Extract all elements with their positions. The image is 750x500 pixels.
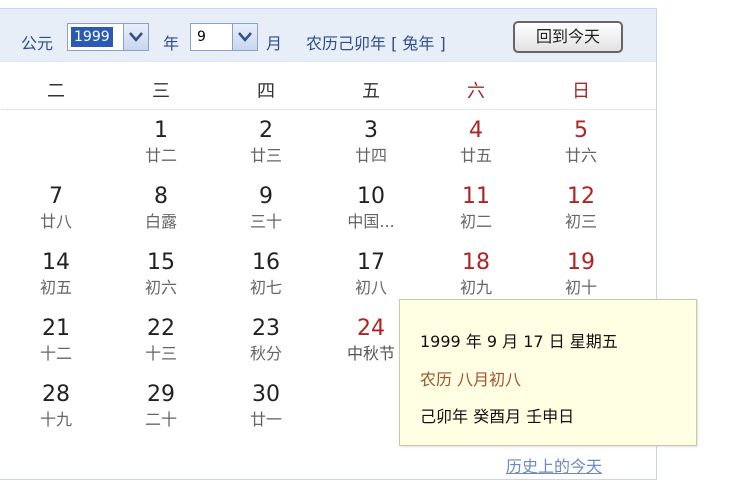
day-cell[interactable]: 28 十九 bbox=[11, 381, 101, 431]
day-number: 1 bbox=[154, 118, 168, 143]
weekday-header: 四 bbox=[257, 81, 275, 102]
calendar-header: 公元 1999 年 9 月 农历己卯年 [ 兔年 ] 回到今天 bbox=[0, 9, 656, 62]
month-suffix: 月 bbox=[266, 34, 283, 53]
tooltip-gregorian-date: 1999 年 9 月 17 日 星期五 bbox=[420, 332, 618, 351]
day-number: 29 bbox=[147, 382, 175, 407]
day-cell[interactable]: 16 初七 bbox=[221, 249, 311, 299]
chevron-down-icon bbox=[238, 32, 252, 42]
day-cell[interactable]: 5 廿六 bbox=[536, 117, 626, 167]
lunar-date: 二十 bbox=[144, 410, 177, 429]
day-number: 4 bbox=[469, 118, 483, 143]
lunar-date: 廿八 bbox=[39, 212, 72, 231]
tooltip-lunar-date: 农历 八月初八 bbox=[420, 370, 522, 389]
tooltip-ganzhi-date: 己卯年 癸酉月 壬申日 bbox=[420, 407, 575, 426]
day-cell[interactable]: 1 廿二 bbox=[116, 117, 206, 167]
day-cell[interactable]: 17 初八 bbox=[326, 249, 416, 299]
day-number: 7 bbox=[49, 184, 63, 209]
day-number: 21 bbox=[42, 316, 70, 341]
day-cell[interactable]: 22 十三 bbox=[116, 315, 206, 365]
lunar-date: 初二 bbox=[459, 212, 492, 231]
lunar-date: 初十 bbox=[564, 278, 597, 297]
day-number: 17 bbox=[357, 250, 385, 275]
day-number: 23 bbox=[252, 316, 280, 341]
weekday-header: 五 bbox=[362, 81, 380, 102]
day-cell[interactable]: 15 初六 bbox=[116, 249, 206, 299]
header-divider bbox=[1, 109, 656, 110]
lunar-date: 十二 bbox=[39, 344, 72, 363]
month-select[interactable]: 9 bbox=[190, 23, 258, 51]
lunar-date: 初三 bbox=[564, 212, 597, 231]
day-cell[interactable]: 11 初二 bbox=[431, 183, 521, 233]
weekday-header: 二 bbox=[47, 81, 65, 102]
lunar-date: 白露 bbox=[144, 212, 177, 231]
lunar-date: 廿三 bbox=[249, 146, 282, 165]
today-button[interactable]: 回到今天 bbox=[513, 21, 623, 53]
lunar-date: 秋分 bbox=[249, 344, 282, 363]
day-cell[interactable]: 29 二十 bbox=[116, 381, 206, 431]
day-cell[interactable]: 2 廿三 bbox=[221, 117, 311, 167]
date-tooltip: 1999 年 9 月 17 日 星期五 农历 八月初八 己卯年 癸酉月 壬申日 bbox=[399, 299, 697, 446]
day-cell[interactable]: 30 廿一 bbox=[221, 381, 311, 431]
day-cell[interactable]: 7 廿八 bbox=[11, 183, 101, 233]
year-suffix: 年 bbox=[163, 34, 180, 53]
day-number: 5 bbox=[574, 118, 588, 143]
lunar-date: 初九 bbox=[459, 278, 492, 297]
year-value: 1999 bbox=[71, 27, 113, 47]
gongyuan-label: 公元 bbox=[21, 34, 54, 53]
day-number: 16 bbox=[252, 250, 280, 275]
day-cell[interactable]: 23 秋分 bbox=[221, 315, 311, 365]
day-number: 14 bbox=[42, 250, 70, 275]
lunar-date: 初七 bbox=[249, 278, 282, 297]
day-number: 8 bbox=[154, 184, 168, 209]
day-cell[interactable]: 14 初五 bbox=[11, 249, 101, 299]
day-cell[interactable]: 3 廿四 bbox=[326, 117, 416, 167]
day-number: 19 bbox=[567, 250, 595, 275]
weekday-header: 六 bbox=[467, 81, 485, 102]
day-cell[interactable]: 4 廿五 bbox=[431, 117, 521, 167]
day-number: 2 bbox=[259, 118, 273, 143]
history-today-link[interactable]: 历史上的今天 bbox=[506, 453, 602, 477]
lunar-date: 廿五 bbox=[459, 146, 492, 165]
day-cell[interactable]: 21 十二 bbox=[11, 315, 101, 365]
day-cell[interactable]: 19 初十 bbox=[536, 249, 626, 299]
lunar-date: 中国... bbox=[347, 212, 395, 231]
day-number: 28 bbox=[42, 382, 70, 407]
lunar-date: 初五 bbox=[39, 278, 72, 297]
lunar-date: 廿六 bbox=[564, 146, 597, 165]
lunar-date: 廿二 bbox=[144, 146, 177, 165]
day-number: 30 bbox=[252, 382, 280, 407]
month-dropdown-arrow[interactable] bbox=[232, 24, 257, 50]
year-select[interactable]: 1999 bbox=[67, 23, 149, 51]
year-dropdown-arrow[interactable] bbox=[123, 24, 148, 50]
day-number: 11 bbox=[462, 184, 490, 209]
weekday-header: 三 bbox=[152, 81, 170, 102]
day-cell[interactable]: 9 三十 bbox=[221, 183, 311, 233]
day-cell[interactable]: 8 白露 bbox=[116, 183, 206, 233]
day-number: 12 bbox=[567, 184, 595, 209]
day-number: 9 bbox=[259, 184, 273, 209]
day-number: 15 bbox=[147, 250, 175, 275]
lunar-date: 三十 bbox=[249, 212, 282, 231]
lunar-year-text: 农历己卯年 [ 兔年 ] bbox=[306, 34, 446, 53]
lunar-date: 廿一 bbox=[249, 410, 282, 429]
day-number: 10 bbox=[357, 184, 385, 209]
day-number: 18 bbox=[462, 250, 490, 275]
chevron-down-icon bbox=[129, 32, 143, 42]
weekday-header: 日 bbox=[572, 81, 590, 102]
day-cell[interactable]: 12 初三 bbox=[536, 183, 626, 233]
lunar-date: 初六 bbox=[144, 278, 177, 297]
lunar-date: 十三 bbox=[144, 344, 177, 363]
lunar-date: 廿四 bbox=[354, 146, 387, 165]
day-cell[interactable]: 10 中国... bbox=[326, 183, 416, 233]
month-value: 9 bbox=[197, 29, 206, 45]
day-number: 3 bbox=[364, 118, 378, 143]
day-number: 22 bbox=[147, 316, 175, 341]
day-cell[interactable]: 18 初九 bbox=[431, 249, 521, 299]
lunar-date: 初八 bbox=[354, 278, 387, 297]
lunar-date: 十九 bbox=[39, 410, 72, 429]
